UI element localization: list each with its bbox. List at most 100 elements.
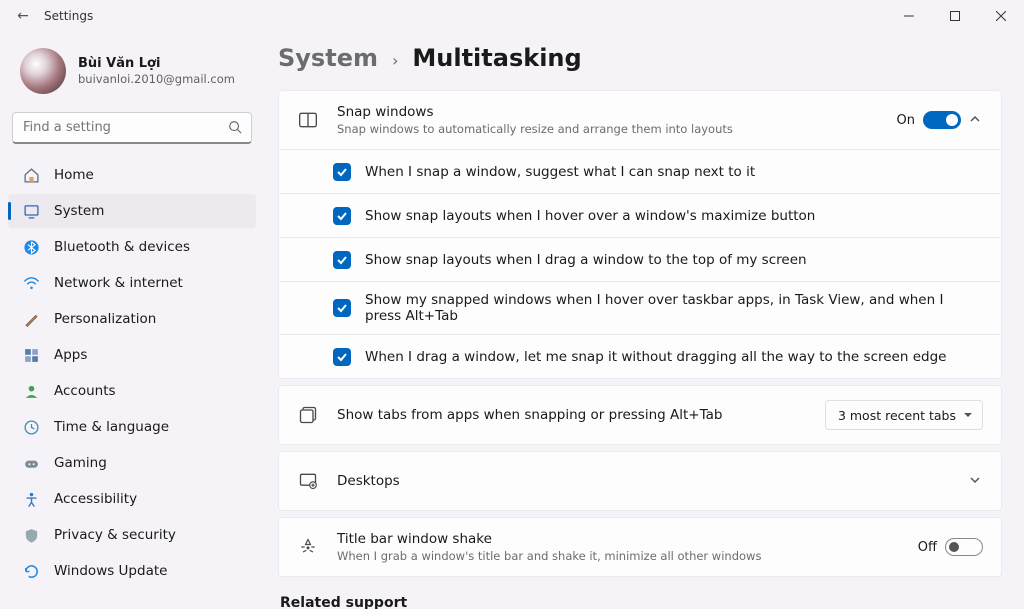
profile-email: buivanloi.2010@gmail.com [78,72,235,86]
clock-icon [22,418,40,436]
snap-toggle[interactable] [923,111,961,129]
wifi-icon [22,274,40,292]
search-input[interactable] [12,112,252,144]
desktops-row[interactable]: Desktops [279,452,1001,510]
brush-icon [22,310,40,328]
sidebar-item-personalization[interactable]: Personalization [8,302,256,336]
profile-block[interactable]: Bùi Văn Lợi buivanloi.2010@gmail.com [8,40,256,108]
snap-option-row: Show my snapped windows when I hover ove… [279,281,1001,334]
nav-list: Home System Bluetooth & devices Network … [8,158,256,588]
sidebar-item-label: Windows Update [54,563,167,579]
snap-windows-header[interactable]: Snap windows Snap windows to automatical… [279,91,1001,149]
sidebar-item-label: Apps [54,347,87,363]
sidebar-item-privacy[interactable]: Privacy & security [8,518,256,552]
titlebar: ← Settings [0,0,1024,32]
snap-option-label: Show snap layouts when I drag a window t… [365,252,807,268]
gaming-icon [22,454,40,472]
shake-row: Title bar window shake When I grab a win… [279,518,1001,576]
sidebar: Bùi Văn Lợi buivanloi.2010@gmail.com Hom… [0,32,264,609]
sidebar-item-label: Accessibility [54,491,137,507]
sidebar-item-update[interactable]: Windows Update [8,554,256,588]
snap-option-label: Show my snapped windows when I hover ove… [365,292,983,324]
checkbox[interactable] [333,251,351,269]
sidebar-item-label: System [54,203,104,219]
snap-title: Snap windows [337,104,897,120]
search-box[interactable] [12,112,252,144]
shake-state-label: Off [918,540,937,555]
chevron-down-icon [967,474,983,489]
sidebar-item-apps[interactable]: Apps [8,338,256,372]
sidebar-item-label: Privacy & security [54,527,176,543]
apps-icon [22,346,40,364]
page-title: Multitasking [412,44,581,72]
system-icon [22,202,40,220]
sidebar-item-label: Home [54,167,94,183]
main-content: System › Multitasking Snap windows Snap … [264,32,1024,609]
sidebar-item-label: Time & language [54,419,169,435]
person-icon [22,382,40,400]
snap-state-label: On [897,113,915,128]
snap-option-row: Show snap layouts when I hover over a wi… [279,193,1001,237]
back-button[interactable]: ← [14,8,32,24]
chevron-up-icon [967,113,983,128]
chevron-right-icon: › [392,51,398,70]
sidebar-item-label: Gaming [54,455,107,471]
snap-option-label: When I drag a window, let me snap it wit… [365,349,946,365]
sidebar-item-label: Personalization [54,311,156,327]
checkbox[interactable] [333,348,351,366]
breadcrumb: System › Multitasking [278,44,1002,72]
tabs-dropdown-value: 3 most recent tabs [838,408,956,423]
minimize-button[interactable] [886,0,932,32]
sidebar-item-accounts[interactable]: Accounts [8,374,256,408]
sidebar-item-home[interactable]: Home [8,158,256,192]
desktops-card: Desktops [278,451,1002,511]
sidebar-item-label: Network & internet [54,275,183,291]
shake-icon [297,537,319,557]
sidebar-item-time[interactable]: Time & language [8,410,256,444]
shake-card: Title bar window shake When I grab a win… [278,517,1002,577]
snap-option-label: Show snap layouts when I hover over a wi… [365,208,815,224]
snap-windows-card: Snap windows Snap windows to automatical… [278,90,1002,379]
profile-name: Bùi Văn Lợi [78,56,235,71]
checkbox[interactable] [333,207,351,225]
shake-subtitle: When I grab a window's title bar and sha… [337,549,918,563]
breadcrumb-parent[interactable]: System [278,44,378,72]
checkbox[interactable] [333,299,351,317]
close-button[interactable] [978,0,1024,32]
desktops-icon [297,471,319,491]
checkbox[interactable] [333,163,351,181]
update-icon [22,562,40,580]
snap-option-row: When I snap a window, suggest what I can… [279,149,1001,193]
tabs-title: Show tabs from apps when snapping or pre… [337,407,825,423]
sidebar-item-accessibility[interactable]: Accessibility [8,482,256,516]
search-icon [228,120,242,138]
snap-subtitle: Snap windows to automatically resize and… [337,122,897,136]
sidebar-item-network[interactable]: Network & internet [8,266,256,300]
tabs-row: Show tabs from apps when snapping or pre… [279,386,1001,444]
close-icon [996,11,1006,21]
avatar [20,48,66,94]
maximize-icon [950,11,960,21]
window-title: Settings [44,9,93,23]
home-icon [22,166,40,184]
snap-icon [297,110,319,130]
tabs-dropdown[interactable]: 3 most recent tabs [825,400,983,430]
sidebar-item-bluetooth[interactable]: Bluetooth & devices [8,230,256,264]
tabs-icon [297,405,319,425]
sidebar-item-label: Bluetooth & devices [54,239,190,255]
minimize-icon [904,11,914,21]
bluetooth-icon [22,238,40,256]
tabs-card: Show tabs from apps when snapping or pre… [278,385,1002,445]
sidebar-item-system[interactable]: System [8,194,256,228]
snap-option-label: When I snap a window, suggest what I can… [365,164,755,180]
sidebar-item-label: Accounts [54,383,116,399]
shield-icon [22,526,40,544]
desktops-title: Desktops [337,473,961,489]
snap-option-row: Show snap layouts when I drag a window t… [279,237,1001,281]
snap-option-row: When I drag a window, let me snap it wit… [279,334,1001,378]
sidebar-item-gaming[interactable]: Gaming [8,446,256,480]
shake-toggle[interactable] [945,538,983,556]
maximize-button[interactable] [932,0,978,32]
related-support-heading: Related support [280,595,1002,609]
shake-title: Title bar window shake [337,531,918,547]
